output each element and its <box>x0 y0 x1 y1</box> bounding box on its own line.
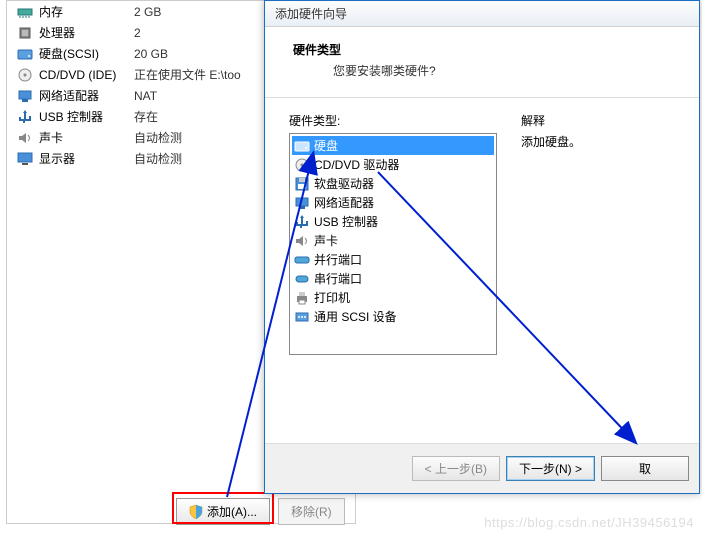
hardware-list-item-label: 通用 SCSI 设备 <box>314 308 397 325</box>
cd-icon <box>294 157 310 173</box>
dialog-footer: < 上一步(B) 下一步(N) > 取 <box>265 443 699 493</box>
add-button[interactable]: 添加(A)... <box>176 498 270 525</box>
hdd-icon <box>17 46 33 62</box>
next-button[interactable]: 下一步(N) > <box>506 456 595 481</box>
settings-row-value: NAT <box>134 89 157 103</box>
hardware-list-item-label: 串行端口 <box>314 270 362 287</box>
hardware-list-item-label: 硬盘 <box>314 137 338 154</box>
net-icon <box>17 88 33 104</box>
settings-row-value: 自动检测 <box>134 150 182 167</box>
back-button-label: < 上一步(B) <box>425 462 487 476</box>
settings-row-label: 处理器 <box>39 24 134 41</box>
watermark-text: https://blog.csdn.net/JH39456194 <box>484 515 694 530</box>
settings-row-label: 内存 <box>39 3 134 20</box>
remove-button-label: 移除(R) <box>291 503 332 520</box>
hardware-list-item[interactable]: 硬盘 <box>292 136 494 155</box>
hardware-list-item-label: 网络适配器 <box>314 194 374 211</box>
settings-row-value: 自动检测 <box>134 129 182 146</box>
settings-row-value: 2 GB <box>134 5 161 19</box>
sound-icon <box>294 233 310 249</box>
hdd-icon <box>294 138 310 154</box>
description-text: 添加硬盘。 <box>521 133 675 150</box>
hardware-type-listbox[interactable]: 硬盘 CD/DVD 驱动器软盘驱动器网络适配器 USB 控制器声卡并行端口串行端口打… <box>289 133 497 355</box>
hardware-list-item-label: 打印机 <box>314 289 350 306</box>
settings-row-label: 显示器 <box>39 150 134 167</box>
settings-row-value: 2 <box>134 26 141 40</box>
next-button-label: 下一步(N) > <box>519 462 582 476</box>
settings-row-label: USB 控制器 <box>39 108 134 125</box>
add-hardware-wizard-dialog: 添加硬件向导 硬件类型 您要安装哪类硬件? 硬件类型: 硬盘 CD/DVD 驱动器… <box>264 0 700 494</box>
hardware-list-item-label: 声卡 <box>314 232 338 249</box>
cpu-icon <box>17 25 33 41</box>
hardware-list-column: 硬件类型: 硬盘 CD/DVD 驱动器软盘驱动器网络适配器 USB 控制器声卡并行端… <box>289 112 497 355</box>
hardware-list-item[interactable]: 打印机 <box>292 288 494 307</box>
printer-icon <box>294 290 310 306</box>
memory-icon <box>17 4 33 20</box>
hardware-list-item[interactable]: 通用 SCSI 设备 <box>292 307 494 326</box>
hardware-list-item[interactable]: 网络适配器 <box>292 193 494 212</box>
usb-icon <box>17 109 33 125</box>
settings-row-label: 硬盘(SCSI) <box>39 45 134 62</box>
remove-button: 移除(R) <box>278 498 345 525</box>
dialog-header-title: 硬件类型 <box>293 41 671 58</box>
description-column: 解释 添加硬盘。 <box>521 112 675 355</box>
dialog-title-bar: 添加硬件向导 <box>265 1 699 27</box>
dialog-header: 硬件类型 您要安装哪类硬件? <box>265 27 699 98</box>
settings-row-label: 网络适配器 <box>39 87 134 104</box>
add-button-label: 添加(A)... <box>207 503 257 520</box>
hardware-list-item[interactable]: 声卡 <box>292 231 494 250</box>
hardware-list-label: 硬件类型: <box>289 112 497 129</box>
back-button: < 上一步(B) <box>412 456 500 481</box>
serial-icon <box>294 271 310 287</box>
usb-icon <box>294 214 310 230</box>
bottom-button-bar: 添加(A)... 移除(R) <box>176 498 345 525</box>
hardware-list-item[interactable]: CD/DVD 驱动器 <box>292 155 494 174</box>
hardware-list-item-label: 并行端口 <box>314 251 362 268</box>
dialog-header-subtitle: 您要安装哪类硬件? <box>333 62 671 79</box>
hardware-list-item-label: USB 控制器 <box>314 213 378 230</box>
net-icon <box>294 195 310 211</box>
hardware-list-item[interactable]: 并行端口 <box>292 250 494 269</box>
settings-row-value: 20 GB <box>134 47 168 61</box>
dialog-title-text: 添加硬件向导 <box>275 7 347 21</box>
floppy-icon <box>294 176 310 192</box>
hardware-list-item[interactable]: 串行端口 <box>292 269 494 288</box>
hardware-list-item-label: 软盘驱动器 <box>314 175 374 192</box>
settings-row-label: 声卡 <box>39 129 134 146</box>
parallel-icon <box>294 252 310 268</box>
settings-row-label: CD/DVD (IDE) <box>39 68 134 82</box>
cd-icon <box>17 67 33 83</box>
hardware-list-item[interactable]: USB 控制器 <box>292 212 494 231</box>
sound-icon <box>17 130 33 146</box>
hardware-list-item-label: CD/DVD 驱动器 <box>314 156 399 173</box>
description-label: 解释 <box>521 112 675 129</box>
cancel-button[interactable]: 取 <box>601 456 689 481</box>
settings-row-value: 存在 <box>134 108 158 125</box>
shield-icon <box>189 505 203 519</box>
cancel-button-label: 取 <box>639 462 651 476</box>
settings-row-value: 正在使用文件 E:\too <box>134 66 241 83</box>
scsi-icon <box>294 309 310 325</box>
display-icon <box>17 151 33 167</box>
dialog-body: 硬件类型: 硬盘 CD/DVD 驱动器软盘驱动器网络适配器 USB 控制器声卡并行端… <box>265 98 699 369</box>
hardware-list-item[interactable]: 软盘驱动器 <box>292 174 494 193</box>
